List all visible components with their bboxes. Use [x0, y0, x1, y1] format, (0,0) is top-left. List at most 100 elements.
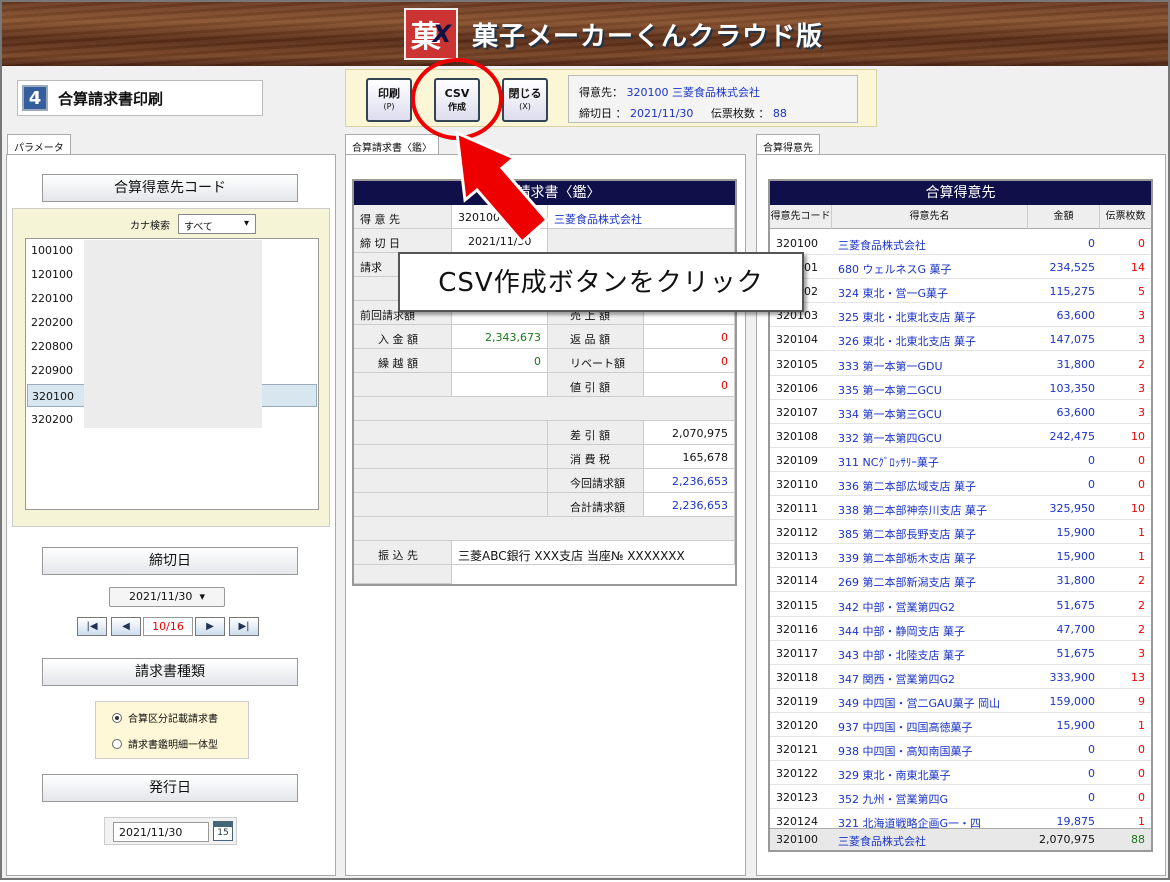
- cell-code: 320108: [776, 429, 818, 443]
- cell-name: 311 NCｸﾞﾛｯｻﾘｰ菓子: [838, 455, 939, 469]
- table-row[interactable]: 320102324 東北・営一G菓子115,2755: [770, 279, 1151, 304]
- tab-params[interactable]: パラメータ: [7, 134, 71, 155]
- cell-code: 320122: [776, 767, 818, 781]
- cell-name: 269 第二本部新潟支店 菓子: [838, 576, 976, 590]
- cell-amount: 0: [1088, 743, 1095, 757]
- table-row[interactable]: 320113 339 第二本部栃木支店 菓子 15,900 1: [770, 544, 1151, 569]
- cell-code: 320120: [776, 719, 818, 732]
- cell-name: 326 東北・北東北支店 菓子: [838, 335, 976, 349]
- cell-name: 334 第一本第三GCU: [838, 407, 942, 421]
- cell-amount: 242,475: [1049, 429, 1096, 443]
- table-row[interactable]: 320123 352 九州・営業第四G 0 0: [770, 785, 1151, 810]
- customers-heading: 合算得意先: [770, 181, 1151, 205]
- table-row[interactable]: 320110 336 第二本部広域支店 菓子 0 0: [770, 472, 1151, 496]
- code-heading: 合算得意先コード: [42, 174, 298, 202]
- invoice-label: 消 費 税: [548, 445, 644, 469]
- cell-amount: 115,275: [1049, 285, 1096, 299]
- table-row[interactable]: 320115 342 中部・営業第四G2 51,675 2: [770, 593, 1151, 617]
- cell-name: 335 第一本第二GCU: [838, 383, 942, 397]
- invoice-cell: [354, 469, 548, 493]
- radio-integrated-invoice[interactable]: 請求書鑑明細一体型: [112, 736, 218, 751]
- cell-amount: 0: [1088, 453, 1095, 467]
- print-button[interactable]: 印刷 (P): [366, 78, 412, 122]
- cell-code: 320119: [776, 694, 818, 708]
- cell-name: 324 東北・営一G菓子: [838, 287, 949, 301]
- invoice-bank-account: 三菱ABC銀行 XXX支店 当座№ XXXXXXX: [452, 541, 735, 565]
- customers-header-row: 得意先コード 得意先名 金額 伝票枚数: [770, 205, 1151, 229]
- table-row[interactable]: 320119 349 中四国・営二GAU菓子 岡山 159,000 9: [770, 689, 1151, 713]
- cell-count: 5: [1138, 285, 1145, 299]
- table-row[interactable]: 320117 343 中部・北陸支店 菓子 51,675 3: [770, 641, 1151, 665]
- table-row[interactable]: 320103 325 東北・北東北支店 菓子 63,600 3: [770, 303, 1151, 328]
- info-panel: 得意先： 320100 三菱食品株式会社 締切日 ： 2021/11/30 伝票…: [568, 75, 858, 123]
- table-row[interactable]: 320100 三菱食品株式会社 0 0: [770, 231, 1151, 255]
- cell-name: 332 第一本第四GCU: [838, 431, 942, 445]
- next-page-button[interactable]: ▶: [195, 617, 225, 636]
- invoice-label: 差 引 額: [548, 421, 644, 445]
- cell-count: 9: [1138, 694, 1145, 708]
- page-indicator: 10/16: [143, 617, 193, 636]
- cell-count: 3: [1138, 381, 1145, 395]
- cell-count: 3: [1138, 309, 1145, 323]
- cell-count: 0: [1138, 478, 1145, 491]
- invoice-label: 入 金 額: [354, 325, 452, 349]
- cutoff-label: 締切日 ：: [579, 107, 627, 120]
- cell-name: 339 第二本部栃木支店 菓子: [838, 552, 976, 566]
- app-window: 菓X 菓子メーカーくんクラウド版 4 合算請求書印刷 印刷 (P) CSV 作成 閉…: [0, 0, 1170, 880]
- cell-code: 320113: [776, 550, 818, 564]
- table-row[interactable]: 320105 333 第一本第一GDU 31,800 2: [770, 352, 1151, 376]
- cell-amount: 103,350: [1049, 381, 1096, 395]
- kana-search-select[interactable]: すべて ▾: [178, 214, 256, 234]
- cell-code: 320111: [776, 502, 818, 516]
- issue-heading: 発行日: [42, 774, 298, 802]
- cell-count: 1: [1138, 550, 1145, 564]
- table-row[interactable]: 320116 344 中部・静岡支店 菓子 47,700 2: [770, 617, 1151, 641]
- table-row[interactable]: 320112 385 第二本部長野支店 菓子 15,900 1: [770, 520, 1151, 545]
- table-row[interactable]: 320121 938 中四国・高知南国菓子 0 0: [770, 737, 1151, 762]
- cell-name: 385 第二本部長野支店 菓子: [838, 528, 976, 542]
- cutoff-date: 2021/11/30: [630, 107, 694, 120]
- cell-code: 320100: [776, 237, 818, 250]
- table-row[interactable]: 320101680 ウェルネスG 菓子234,52514: [770, 255, 1151, 280]
- cell-count: 1: [1138, 815, 1145, 829]
- table-row[interactable]: 320120 937 中四国・四国高徳菓子 15,900 1: [770, 713, 1151, 737]
- calendar-icon[interactable]: 15: [213, 821, 233, 841]
- redacted-names: [84, 240, 262, 428]
- table-row[interactable]: 320109 311 NCｸﾞﾛｯｻﾘｰ菓子 0 0: [770, 448, 1151, 472]
- table-row[interactable]: 320108 332 第一本第四GCU 242,475 10: [770, 424, 1151, 448]
- prev-page-button[interactable]: ◀: [111, 617, 141, 636]
- cell-code: 320115: [776, 598, 818, 612]
- invoice-payment-value: 2,343,673: [452, 325, 548, 349]
- tab-invoice[interactable]: 合算請求書〈鑑〉: [345, 134, 439, 155]
- table-row[interactable]: 320104 326 東北・北東北支店 菓子 147,075 3: [770, 327, 1151, 352]
- cell-amount: 0: [1088, 237, 1095, 250]
- table-row[interactable]: 320106 335 第一本第二GCU 103,350 3: [770, 376, 1151, 400]
- cell-code: 320118: [776, 670, 818, 684]
- cell-code: 320117: [776, 646, 818, 660]
- cell-count: 10: [1131, 502, 1145, 516]
- issue-date-box: 2021/11/30 15: [104, 817, 237, 845]
- cell-name: 三菱食品株式会社: [838, 239, 926, 252]
- cutoff-date-select[interactable]: 2021/11/30 ▾: [109, 587, 225, 607]
- table-row[interactable]: 320111 338 第二本部神奈川支店 菓子 325,950 10: [770, 496, 1151, 521]
- total-code: 320100: [776, 833, 818, 846]
- customer-label: 得意先：: [579, 86, 623, 99]
- table-row[interactable]: 320107 334 第一本第三GCU 63,600 3: [770, 400, 1151, 424]
- column-header: 伝票枚数: [1105, 211, 1146, 222]
- table-row[interactable]: 320122 329 東北・南東北菓子 0 0: [770, 761, 1151, 786]
- cell-code: 320121: [776, 743, 818, 757]
- last-page-button[interactable]: ▶|: [229, 617, 259, 636]
- cell-name: 349 中四国・営二GAU菓子 岡山: [838, 696, 1001, 710]
- slips-count: 88: [772, 107, 787, 120]
- radio-combined-invoice[interactable]: 合算区分記載請求書: [112, 710, 218, 725]
- cell-code: 320112: [776, 526, 818, 540]
- close-button[interactable]: 閉じる (X): [502, 78, 548, 122]
- cell-count: 10: [1131, 429, 1145, 443]
- issue-date-input[interactable]: 2021/11/30: [113, 822, 209, 842]
- table-row[interactable]: 320114 269 第二本部新潟支店 菓子 31,800 2: [770, 568, 1151, 593]
- invoice-cell: [354, 421, 548, 445]
- table-row[interactable]: 320118 347 関西・営業第四G2 333,900 13: [770, 665, 1151, 689]
- first-page-button[interactable]: |◀: [77, 617, 107, 636]
- invoice-spacer: [354, 397, 735, 421]
- tab-customers[interactable]: 合算得意先: [756, 134, 820, 155]
